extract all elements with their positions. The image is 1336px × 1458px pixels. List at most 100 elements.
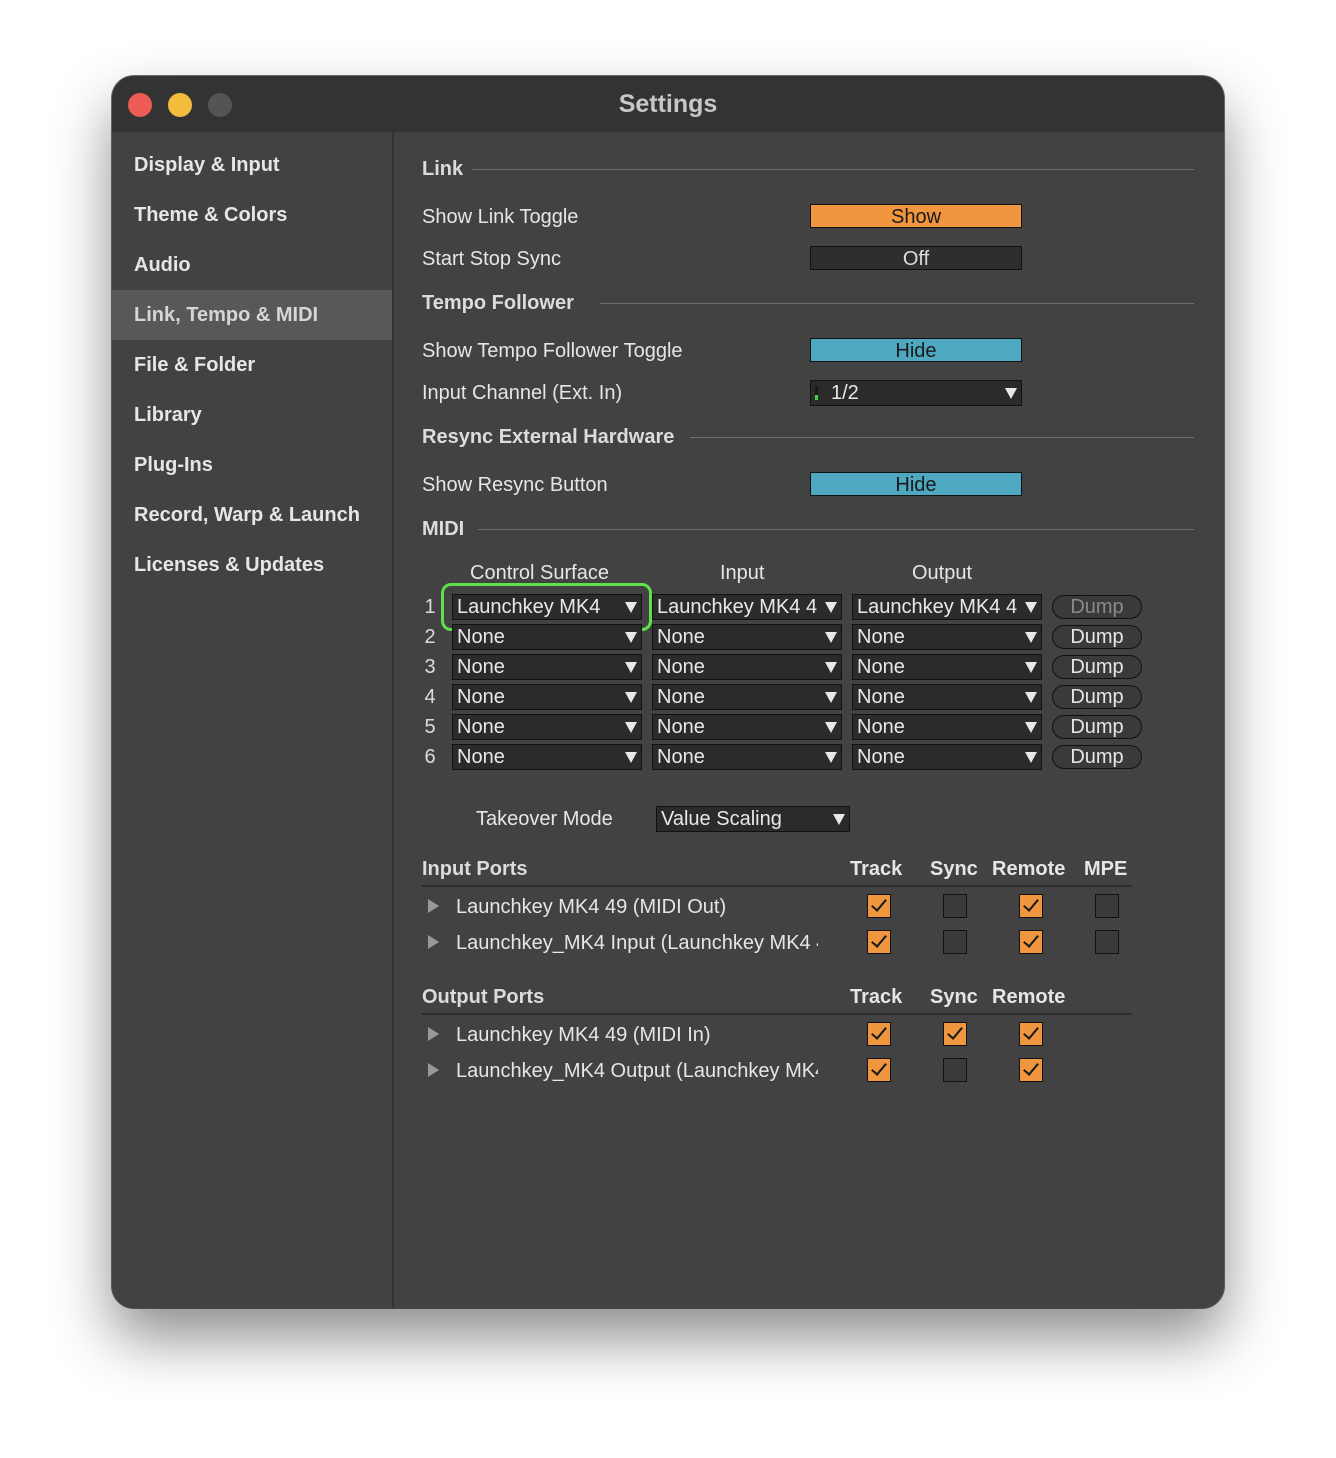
sidebar-item-plug-ins[interactable]: Plug-Ins — [112, 440, 392, 490]
divider — [472, 169, 1194, 170]
input-ports-column-sync: Sync — [930, 858, 978, 880]
midi-input-dropdown[interactable]: None — [652, 624, 842, 650]
dump-button[interactable]: Dump — [1052, 685, 1142, 709]
midi-input-dropdown[interactable]: Launchkey MK4 4 — [652, 594, 842, 620]
takeover-mode-value: Value Scaling — [661, 808, 782, 830]
show-resync-button-toggle[interactable]: Hide — [810, 472, 1022, 496]
midi-row-number: 5 — [424, 716, 436, 738]
output-port-remote-checkbox[interactable] — [1019, 1058, 1043, 1082]
input-port-sync-checkbox[interactable] — [943, 894, 967, 918]
show-resync-button-label: Show Resync Button — [422, 474, 608, 496]
input-port-name: Launchkey_MK4 Input (Launchkey MK4 49 (M… — [456, 932, 818, 954]
midi-output-dropdown[interactable]: Launchkey MK4 4 — [852, 594, 1042, 620]
midi-output-value: None — [857, 746, 905, 768]
dump-button[interactable]: Dump — [1052, 715, 1142, 739]
input-port-sync-checkbox[interactable] — [943, 930, 967, 954]
title-bar: Settings — [112, 76, 1224, 132]
control-surface-dropdown[interactable]: None — [452, 684, 642, 710]
midi-output-dropdown[interactable]: None — [852, 714, 1042, 740]
midi-row-number: 2 — [424, 626, 436, 648]
divider — [422, 1013, 1132, 1015]
settings-window: Settings Display & Input Theme & Colors … — [112, 76, 1224, 1308]
output-port-track-checkbox[interactable] — [867, 1022, 891, 1046]
expand-triangle-icon[interactable] — [428, 899, 439, 913]
sidebar-item-display-input[interactable]: Display & Input — [112, 140, 392, 190]
sidebar-item-library[interactable]: Library — [112, 390, 392, 440]
midi-output-dropdown[interactable]: None — [852, 684, 1042, 710]
chevron-down-icon — [833, 814, 845, 825]
section-title-tempo-follower: Tempo Follower — [422, 292, 574, 314]
input-port-track-checkbox[interactable] — [867, 894, 891, 918]
chevron-down-icon — [825, 632, 837, 643]
input-ports-title: Input Ports — [422, 858, 528, 880]
dump-button[interactable]: Dump — [1052, 595, 1142, 619]
midi-row-number: 4 — [424, 686, 436, 708]
show-tempo-follower-button[interactable]: Hide — [810, 338, 1022, 362]
control-surface-value: None — [457, 746, 505, 768]
input-channel-label: Input Channel (Ext. In) — [422, 382, 623, 404]
input-ports-column-remote: Remote — [992, 858, 1066, 880]
expand-triangle-icon[interactable] — [428, 1063, 439, 1077]
output-port-sync-checkbox[interactable] — [943, 1022, 967, 1046]
chevron-down-icon — [825, 752, 837, 763]
midi-output-dropdown[interactable]: None — [852, 624, 1042, 650]
expand-triangle-icon[interactable] — [428, 935, 439, 949]
midi-input-dropdown[interactable]: None — [652, 714, 842, 740]
midi-input-value: Launchkey MK4 4 — [657, 596, 818, 618]
output-port-name: Launchkey_MK4 Output (Launchkey MK4 49 (… — [456, 1060, 818, 1082]
control-surface-dropdown[interactable]: None — [452, 624, 642, 650]
output-port-sync-checkbox[interactable] — [943, 1058, 967, 1082]
input-ports-column-mpe: MPE — [1084, 858, 1128, 880]
input-level-meter — [815, 386, 818, 400]
sidebar-item-audio[interactable]: Audio — [112, 240, 392, 290]
chevron-down-icon — [1025, 692, 1037, 703]
input-port-remote-checkbox[interactable] — [1019, 894, 1043, 918]
divider — [690, 437, 1194, 438]
input-channel-dropdown[interactable]: 1/2 — [810, 380, 1022, 406]
midi-row-number: 3 — [424, 656, 436, 678]
column-header-input: Input — [720, 562, 765, 584]
midi-input-value: None — [657, 686, 705, 708]
expand-triangle-icon[interactable] — [428, 1027, 439, 1041]
dump-button[interactable]: Dump — [1052, 745, 1142, 769]
input-port-remote-checkbox[interactable] — [1019, 930, 1043, 954]
chevron-down-icon — [1025, 632, 1037, 643]
midi-input-dropdown[interactable]: None — [652, 654, 842, 680]
dump-button[interactable]: Dump — [1052, 655, 1142, 679]
midi-input-dropdown[interactable]: None — [652, 684, 842, 710]
divider — [478, 529, 1194, 530]
control-surface-dropdown[interactable]: None — [452, 654, 642, 680]
control-surface-dropdown[interactable]: None — [452, 744, 642, 770]
input-port-mpe-checkbox[interactable] — [1095, 930, 1119, 954]
sidebar: Display & Input Theme & Colors Audio Lin… — [112, 132, 394, 1308]
sidebar-item-licenses-updates[interactable]: Licenses & Updates — [112, 540, 392, 590]
midi-output-dropdown[interactable]: None — [852, 744, 1042, 770]
dump-button[interactable]: Dump — [1052, 625, 1142, 649]
control-surface-dropdown[interactable]: None — [452, 714, 642, 740]
start-stop-sync-label: Start Stop Sync — [422, 248, 561, 270]
midi-row-number: 1 — [424, 596, 436, 618]
output-ports-column-remote: Remote — [992, 986, 1066, 1008]
sidebar-item-link-tempo-midi[interactable]: Link, Tempo & MIDI — [112, 290, 392, 340]
settings-content: Link Show Link Toggle Show Start Stop Sy… — [394, 132, 1224, 1308]
midi-output-dropdown[interactable]: None — [852, 654, 1042, 680]
output-port-remote-checkbox[interactable] — [1019, 1022, 1043, 1046]
chevron-down-icon — [1025, 722, 1037, 733]
input-port-mpe-checkbox[interactable] — [1095, 894, 1119, 918]
takeover-mode-dropdown[interactable]: Value Scaling — [656, 806, 850, 832]
input-port-track-checkbox[interactable] — [867, 930, 891, 954]
sidebar-item-record-warp-launch[interactable]: Record, Warp & Launch — [112, 490, 392, 540]
midi-output-value: None — [857, 656, 905, 678]
sidebar-item-theme-colors[interactable]: Theme & Colors — [112, 190, 392, 240]
output-port-track-checkbox[interactable] — [867, 1058, 891, 1082]
midi-input-value: None — [657, 656, 705, 678]
midi-output-value: Launchkey MK4 4 — [857, 596, 1018, 618]
show-tempo-follower-label: Show Tempo Follower Toggle — [422, 340, 683, 362]
start-stop-sync-button[interactable]: Off — [810, 246, 1022, 270]
midi-input-dropdown[interactable]: None — [652, 744, 842, 770]
show-link-toggle-button[interactable]: Show — [810, 204, 1022, 228]
window-title: Settings — [618, 90, 718, 118]
input-port-name: Launchkey MK4 49 (MIDI Out) — [456, 896, 727, 918]
sidebar-item-file-folder[interactable]: File & Folder — [112, 340, 392, 390]
midi-input-value: None — [657, 716, 705, 738]
